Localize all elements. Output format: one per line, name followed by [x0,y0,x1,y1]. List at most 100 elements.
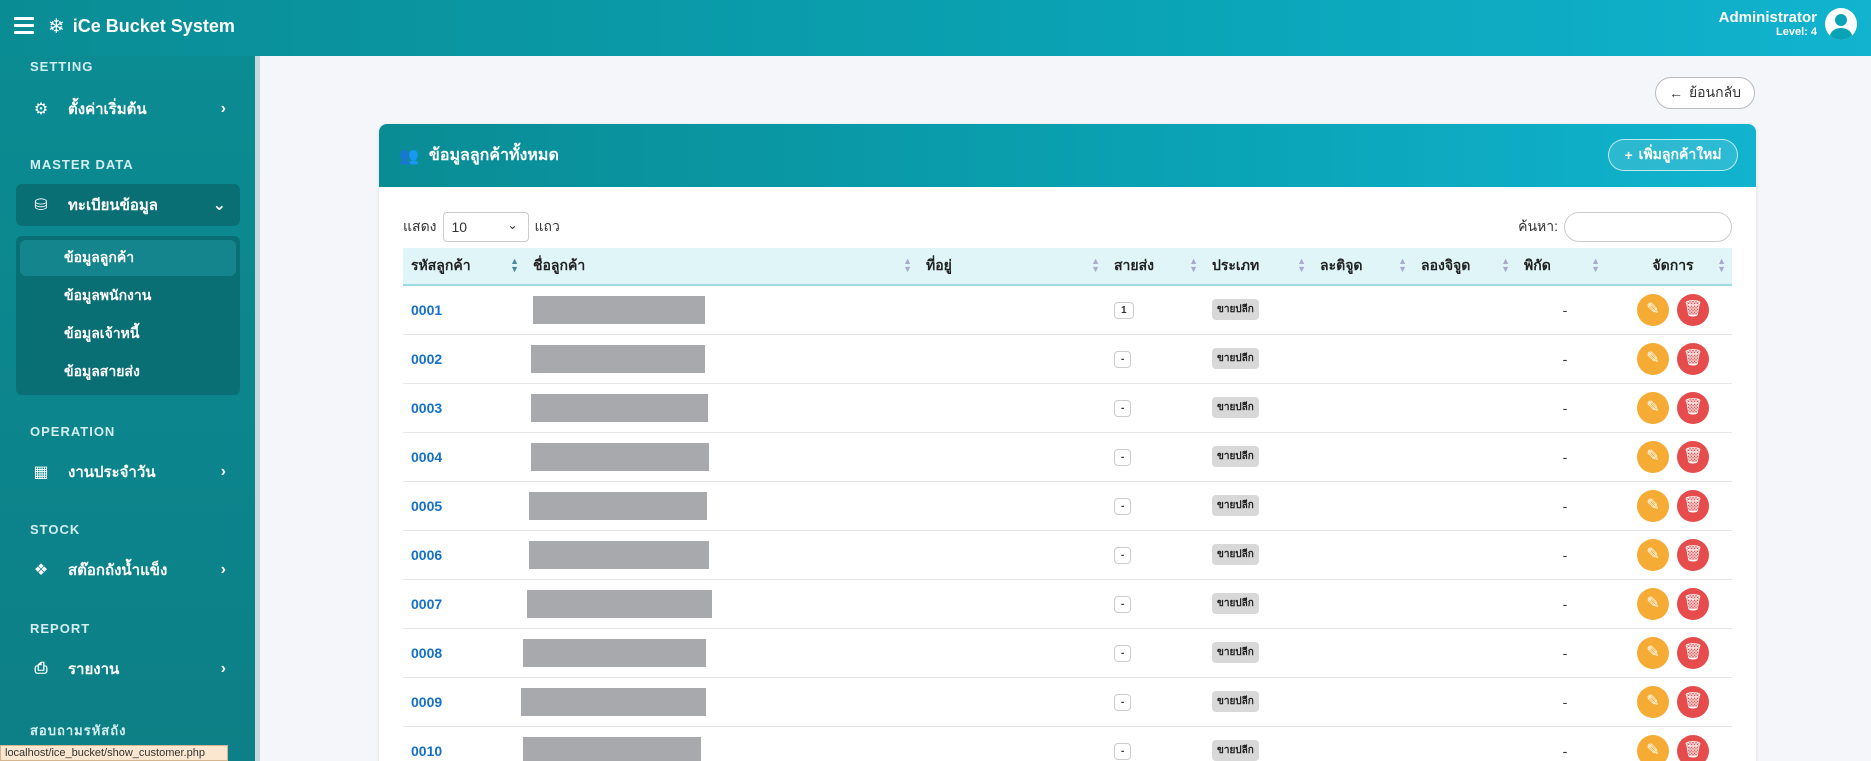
delete-button[interactable]: 🗑 [1677,685,1709,718]
sidebar-item-master-data[interactable]: ⛁ ทะเบียนข้อมูล ⌄ [16,184,240,226]
route-cell: - [1106,677,1204,726]
page-length-select[interactable]: 10 ⌄ [442,212,529,242]
section-title-setting: SETTING [30,59,94,74]
longitude-cell [1413,628,1516,677]
sidebar-item-stock[interactable]: ❖ สต๊อกถังน้ำแข็ง › [16,549,240,591]
customer-code-link[interactable]: 0002 [411,351,442,367]
sidebar-item-employees[interactable]: ข้อมูลพนักงาน [20,278,236,314]
delete-button[interactable]: 🗑 [1677,440,1709,473]
edit-button[interactable]: ✎ [1637,734,1669,761]
back-button[interactable]: ← ย้อนกลับ [1655,77,1755,109]
customer-name-cell [525,579,918,628]
avatar-icon[interactable] [1825,8,1857,40]
address-cell [918,334,1106,383]
type-cell: ขายปลีก [1204,334,1312,383]
coordinates-value: - [1562,301,1568,318]
edit-button[interactable]: ✎ [1637,391,1669,424]
actions-cell: ✎ 🗑 [1606,726,1732,761]
user-menu[interactable]: Administrator Level: 4 [1719,8,1857,40]
customer-code-link[interactable]: 0001 [411,302,442,318]
edit-button[interactable]: ✎ [1637,538,1669,571]
hamburger-menu-icon[interactable] [14,17,34,35]
edit-button[interactable]: ✎ [1637,685,1669,718]
coordinates-value: - [1562,448,1568,465]
col-header-route[interactable]: สายส่ง ▲ ▼ [1106,248,1204,286]
sidebar-item-customers[interactable]: ข้อมูลลูกค้า [20,240,236,276]
delete-button[interactable]: 🗑 [1677,391,1709,424]
type-cell: ขายปลีก [1204,579,1312,628]
col-header-actions[interactable]: จัดการ ▲ ▼ [1606,248,1732,286]
delete-button[interactable]: 🗑 [1677,342,1709,375]
customer-name-cell [523,726,918,761]
customer-code-link[interactable]: 0006 [411,547,442,563]
sidebar-item-label: สต๊อกถังน้ำแข็ง [68,562,168,579]
edit-button[interactable]: ✎ [1637,342,1669,375]
col-header-address[interactable]: ที่อยู่ ▲ ▼ [918,248,1106,286]
coordinates-value: - [1562,497,1568,514]
latitude-cell [1312,383,1413,432]
address-cell [918,530,1106,579]
delete-button[interactable]: 🗑 [1677,293,1709,326]
type-badge: ขายปลีก [1212,348,1259,369]
pencil-icon: ✎ [1646,349,1660,367]
delete-button[interactable]: 🗑 [1677,636,1709,669]
customer-code-link[interactable]: 0003 [411,400,442,416]
col-header-latitude[interactable]: ละติจูด ▲ ▼ [1312,248,1413,286]
card-title: ข้อมูลลูกค้าทั้งหมด [428,147,559,164]
pencil-icon: ✎ [1646,594,1660,612]
sidebar-item-settings[interactable]: ⚙ ตั้งค่าเริ่มต้น › [16,88,240,130]
customer-code-link[interactable]: 0010 [411,743,442,759]
trash-icon: 🗑 [1682,300,1704,318]
type-cell: ขายปลีก [1204,726,1312,761]
latitude-cell [1312,530,1413,579]
type-badge: ขายปลีก [1212,299,1259,321]
edit-button[interactable]: ✎ [1637,489,1669,522]
add-customer-button[interactable]: + เพิ่มลูกค้าใหม่ [1608,139,1738,171]
edit-button[interactable]: ✎ [1637,636,1669,669]
edit-button[interactable]: ✎ [1637,440,1669,473]
edit-button[interactable]: ✎ [1637,293,1669,326]
coordinates-cell: - [1516,285,1606,334]
edit-button[interactable]: ✎ [1637,587,1669,620]
type-cell: ขายปลีก [1204,383,1312,432]
coordinates-value: - [1562,644,1568,661]
gears-icon: ⚙ [33,101,49,118]
col-header-code[interactable]: รหัสลูกค้า ▲ ▼ [403,248,525,286]
customer-code-link[interactable]: 0004 [411,449,442,465]
brand[interactable]: ❄ iCe Bucket System [48,14,235,39]
sidebar-item-report[interactable]: ⎙ รายงาน › [16,648,240,690]
col-header-name[interactable]: ชื่อลูกค้า ▲ ▼ [525,248,918,286]
sidebar-item-label: ตั้งค่าเริ่มต้น [68,101,147,118]
col-header-type[interactable]: ประเภท ▲ ▼ [1204,248,1312,286]
search-input[interactable] [1564,212,1732,242]
customer-name-cell [525,432,918,481]
delete-button[interactable]: 🗑 [1677,734,1709,761]
delete-button[interactable]: 🗑 [1677,489,1709,522]
route-badge: - [1114,694,1132,711]
col-header-coordinates[interactable]: พิกัด ▲ ▼ [1516,248,1606,286]
longitude-cell [1413,481,1516,530]
customer-code-link[interactable]: 0009 [411,694,442,710]
sidebar-item-routes[interactable]: ข้อมูลสายส่ง [20,354,236,390]
coordinates-value: - [1562,595,1568,612]
delete-button[interactable]: 🗑 [1677,587,1709,620]
customer-name-cell [525,383,918,432]
customer-code-link[interactable]: 0005 [411,498,442,514]
customer-code-link[interactable]: 0008 [411,645,442,661]
delete-button[interactable]: 🗑 [1677,538,1709,571]
brand-name: iCe Bucket System [72,16,235,36]
redacted-name [527,589,712,618]
sidebar-scrollbar[interactable] [255,56,260,761]
address-cell [918,677,1106,726]
type-cell: ขายปลีก [1204,481,1312,530]
table-header-row: รหัสลูกค้า ▲ ▼ ชื่อลูกค้า ▲ ▼ ที่อยู่ ▲ ▼ สายส… [403,248,1732,286]
customer-code-link[interactable]: 0007 [411,596,442,612]
table-row: 0001 1 ขายปลีก - ✎ 🗑 [403,285,1732,334]
col-header-longitude[interactable]: ลองจิจูด ▲ ▼ [1413,248,1516,286]
add-label: เพิ่มลูกค้าใหม่ [1638,146,1722,162]
sidebar-item-daily-work[interactable]: ▦ งานประจำวัน › [16,451,240,493]
coordinates-value: - [1562,350,1568,367]
sidebar-item-creditors[interactable]: ข้อมูลเจ้าหนี้ [20,316,236,352]
sort-icon: ▲ ▼ [903,256,912,274]
chevron-right-icon: › [220,100,226,117]
